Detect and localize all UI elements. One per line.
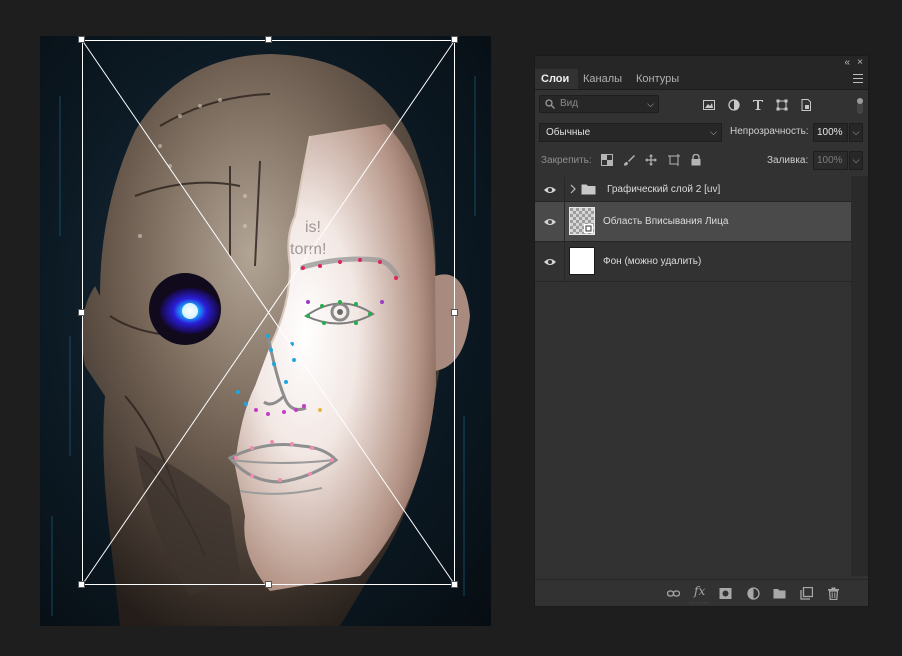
chevron-right-icon[interactable] [570,184,576,194]
add-mask-icon[interactable] [719,587,732,600]
layer-divider [564,242,565,281]
background-layer-thumbnail [569,247,595,275]
layer-row-group[interactable]: Графический слой 2 [uv] [535,177,852,202]
transform-handle-top-center[interactable] [265,36,272,43]
transform-handle-middle-left[interactable] [78,309,85,316]
shape-filter-icon[interactable] [776,99,788,111]
fx-icon[interactable]: fx [694,584,707,598]
transform-handle-bottom-right[interactable] [451,581,458,588]
layers-scrollbar[interactable] [851,176,868,576]
chevron-down-icon: ⌵ [647,99,654,109]
fill-dropdown-chevron-icon[interactable]: ⌵ [849,151,863,170]
opacity-dropdown-chevron-icon[interactable]: ⌵ [849,123,863,142]
link-layers-icon[interactable] [667,587,680,600]
tab-channels[interactable]: Каналы [577,69,628,89]
panel-tab-bar: Слои Каналы Контуры [535,69,868,90]
layer-row-smart-object-selected[interactable]: Область Вписывания Лица [535,202,852,242]
lock-position-move-icon[interactable] [645,154,657,166]
fill-input[interactable]: 100% [813,151,848,170]
new-layer-icon[interactable] [800,587,813,600]
layer-filter-dropdown[interactable]: Вид ⌵ [539,95,659,113]
panel-menu-icon[interactable] [853,74,863,83]
chevron-down-icon: ⌵ [710,127,717,137]
adjustment-filter-icon[interactable] [728,99,740,111]
lock-artboard-icon[interactable] [668,154,680,166]
blend-opacity-row: Обычные ⌵ Непрозрачность: 100% ⌵ [535,122,868,144]
layer-divider [564,202,565,241]
close-panel-icon[interactable]: × [857,56,863,69]
visibility-eye-icon[interactable] [543,217,557,227]
document-canvas[interactable]: is! torm! [40,36,491,626]
robot-face-artwork: is! torm! [51,54,476,626]
delete-layer-icon[interactable] [827,587,840,600]
layer-name: Графический слой 2 [uv] [607,184,721,195]
type-filter-icon[interactable] [752,99,764,111]
transform-handle-middle-right[interactable] [451,309,458,316]
opacity-label: Непрозрачность: [730,126,809,137]
visibility-eye-icon[interactable] [543,257,557,267]
folder-icon [581,184,596,195]
lock-image-pixels-brush-icon[interactable] [623,154,635,166]
search-icon [545,99,555,109]
filter-toggle-switch[interactable] [855,96,865,116]
tab-paths[interactable]: Контуры [630,69,685,89]
layer-filter-row: Вид ⌵ [535,94,868,118]
panel-title-bar: « × [535,56,868,69]
transform-handle-bottom-center[interactable] [265,581,272,588]
adjustment-layer-icon[interactable] [747,587,760,600]
smart-object-badge-icon [584,224,593,233]
collapse-panel-icon[interactable]: « [844,56,850,69]
lock-transparent-pixels-icon[interactable] [601,154,613,166]
fill-label: Заливка: [767,155,809,166]
image-filter-icon[interactable] [703,99,715,111]
transform-handle-top-left[interactable] [78,36,85,43]
layer-name: Область Вписывания Лица [603,216,729,227]
transform-handle-bottom-left[interactable] [78,581,85,588]
lock-all-icon[interactable] [690,154,702,166]
blend-mode-select[interactable]: Обычные ⌵ [539,123,722,142]
layer-name: Фон (можно удалить) [603,256,702,267]
tab-layers[interactable]: Слои [535,69,578,89]
lock-label: Закрепить: [541,155,592,166]
smart-object-filter-icon[interactable] [800,99,812,111]
visibility-eye-icon[interactable] [543,185,557,195]
watermark-line-1: is! [305,219,321,236]
lock-fill-row: Закрепить: Заливка: 100% ⌵ [535,150,868,172]
smart-object-thumbnail [569,207,595,235]
blend-mode-value: Обычные [546,127,591,138]
filter-placeholder: Вид [560,98,579,109]
new-group-icon[interactable] [773,587,786,600]
layer-row-background[interactable]: Фон (можно удалить) [535,242,852,282]
transform-handle-top-right[interactable] [451,36,458,43]
opacity-input[interactable]: 100% [813,123,848,142]
layer-divider [564,177,565,201]
layers-panel: « × Слои Каналы Контуры Вид ⌵ Обычные ⌵ … [534,55,869,607]
watermark-line-2: torm! [290,241,326,258]
panel-resize-grip[interactable] [690,602,710,605]
